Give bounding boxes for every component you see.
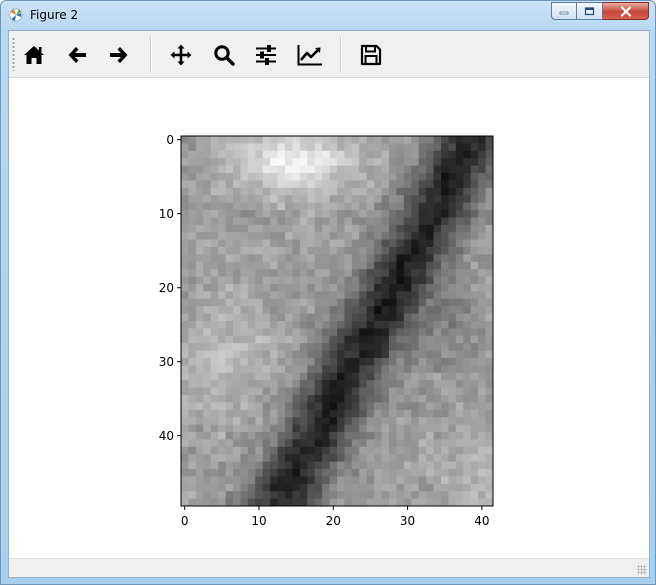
title-bar[interactable]: Figure 2 <box>1 1 655 29</box>
sliders-icon <box>256 45 276 65</box>
heatmap-plot[interactable]: 0 10 20 30 40 0 10 20 30 40 <box>9 78 649 560</box>
minimize-button[interactable] <box>551 2 577 20</box>
x-tick-label: 10 <box>251 514 266 528</box>
y-tick-label: 40 <box>159 429 174 443</box>
home-icon <box>24 46 44 64</box>
minimize-icon <box>559 11 569 15</box>
arrow-left-icon <box>68 47 86 63</box>
window-controls <box>551 2 649 21</box>
forward-button[interactable] <box>103 39 135 71</box>
back-button[interactable] <box>61 39 93 71</box>
x-tick-label: 30 <box>400 514 415 528</box>
y-tick-label: 20 <box>159 281 174 295</box>
subplots-button[interactable] <box>250 39 282 71</box>
figure-canvas[interactable]: 0 10 20 30 40 0 10 20 30 40 <box>9 78 649 560</box>
close-button[interactable] <box>603 2 649 20</box>
app-window: Figure 2 0 10 20 30 40 0 10 20 30 40 <box>0 0 656 585</box>
maximize-button[interactable] <box>577 2 603 20</box>
matplotlib-icon <box>9 8 23 22</box>
window-title: Figure 2 <box>30 8 79 22</box>
close-icon <box>620 5 631 17</box>
toolbar-separator <box>340 37 342 73</box>
customize-button[interactable] <box>294 39 326 71</box>
y-tick-label: 30 <box>159 355 174 369</box>
chart-line-icon <box>297 45 322 66</box>
resize-grip[interactable] <box>637 565 647 575</box>
move-icon <box>170 44 192 66</box>
toolbar-separator <box>150 37 152 73</box>
save-button[interactable] <box>355 39 387 71</box>
navigation-toolbar <box>9 31 649 78</box>
y-tick-label: 10 <box>159 207 174 221</box>
x-tick-label: 40 <box>474 514 489 528</box>
floppy-disk-icon <box>360 44 382 66</box>
y-tick-label: 0 <box>166 133 174 147</box>
x-tick-label: 0 <box>181 514 189 528</box>
pan-button[interactable] <box>165 39 197 71</box>
heatmap-image <box>181 136 494 507</box>
arrow-right-icon <box>110 47 128 63</box>
status-bar <box>9 558 649 577</box>
magnifier-icon <box>214 45 235 66</box>
zoom-button[interactable] <box>208 39 240 71</box>
figure-client-area: 0 10 20 30 40 0 10 20 30 40 <box>8 30 650 578</box>
home-button[interactable] <box>18 39 50 71</box>
maximize-icon <box>584 6 595 15</box>
toolbar-grip[interactable] <box>12 37 15 71</box>
x-tick-label: 20 <box>326 514 341 528</box>
